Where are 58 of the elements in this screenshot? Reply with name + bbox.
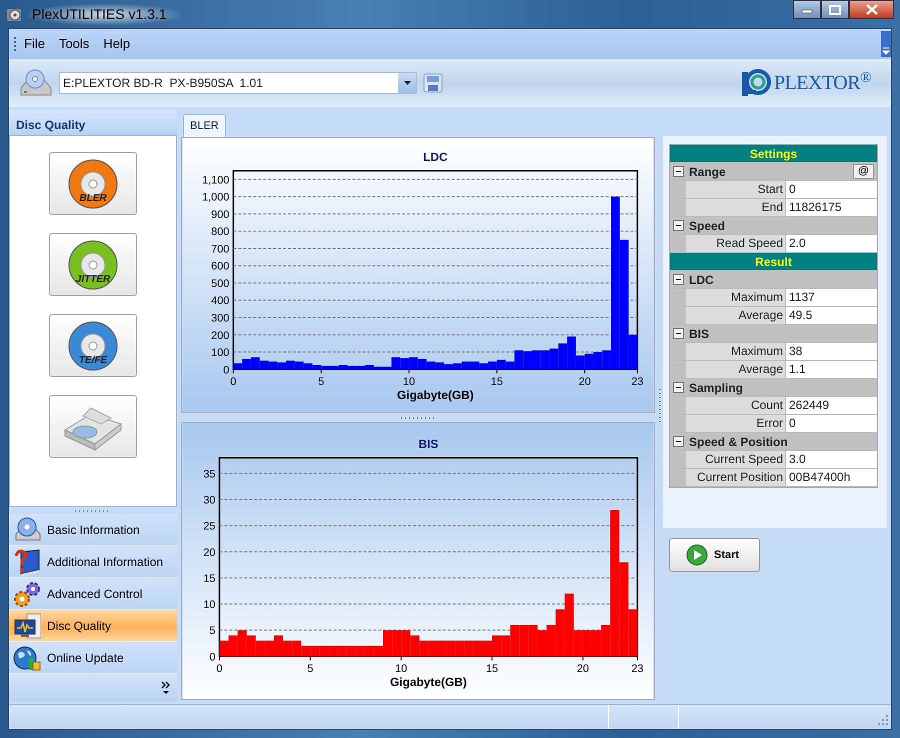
property-label: Average — [686, 361, 786, 378]
axis-label: 0 — [216, 663, 222, 676]
window-title: PlexUTILITIES v1.3.1 — [28, 4, 181, 24]
category-label: Range — [689, 164, 726, 180]
axis-label: 25 — [203, 520, 216, 533]
axis-label: 10 — [203, 599, 216, 612]
axis-label: 600 — [211, 260, 230, 273]
axis-label: 10 — [395, 663, 408, 676]
property-label: Maximum — [686, 343, 786, 360]
axis-label: 5 — [307, 663, 314, 676]
property-label: Read Speed — [686, 235, 786, 252]
axis-label: 500 — [211, 278, 230, 290]
axis-label: 5 — [209, 625, 216, 638]
axis-label: 23 — [631, 376, 644, 388]
axis-label: 15 — [203, 572, 216, 585]
category-label: Speed & Position — [689, 434, 788, 450]
axis-label: 0 — [223, 364, 230, 376]
section-header: Result — [670, 253, 877, 271]
axis-label: 15 — [490, 376, 503, 388]
property-label: Average — [686, 307, 786, 324]
category-label: Sampling — [689, 380, 744, 396]
axis-label: 800 — [211, 226, 230, 238]
property-label: Maximum — [686, 289, 786, 306]
axis-label: 30 — [203, 494, 216, 507]
property-label: Current Position — [686, 469, 786, 486]
axis-label: 300 — [211, 312, 230, 324]
panel-header: Disc Quality — [9, 110, 177, 135]
axis-label: 23 — [631, 663, 644, 676]
axis-label: 5 — [318, 376, 324, 388]
axis-label: 1,100 — [202, 174, 230, 186]
axis-label: 0 — [209, 651, 216, 664]
axis-label: 35 — [203, 468, 216, 480]
axis-label: 400 — [211, 295, 230, 308]
category-label: Speed — [689, 218, 726, 234]
property-label: Start — [686, 181, 786, 198]
axis-label: 20 — [576, 663, 589, 676]
chart-title: LDC — [423, 150, 448, 164]
category-label: BIS — [689, 326, 710, 342]
axis-label: 10 — [402, 376, 416, 388]
axis-label: 0 — [230, 376, 236, 388]
property-label: Count — [686, 397, 786, 414]
category-label: LDC — [689, 272, 714, 288]
chart-title: BIS — [418, 436, 438, 451]
axis-label: 900 — [211, 208, 230, 221]
axis-label: 100 — [211, 347, 230, 360]
axis-label: 200 — [211, 330, 230, 342]
axis-label: 20 — [578, 376, 591, 388]
property-label: Current Speed — [686, 451, 786, 468]
axis-label: 20 — [203, 546, 216, 559]
axis-label: 15 — [486, 663, 498, 676]
section-header: Settings — [670, 145, 877, 163]
axis-title: Gigabyte(GB) — [397, 388, 474, 402]
axis-label: 1,000 — [202, 192, 230, 204]
axis-label: 700 — [211, 243, 230, 256]
axis-title: Gigabyte(GB) — [390, 675, 467, 690]
property-label: End — [686, 199, 786, 216]
logo-text: PLEXTOR$^{®}$ — [774, 68, 871, 96]
property-label: Error — [686, 415, 786, 432]
